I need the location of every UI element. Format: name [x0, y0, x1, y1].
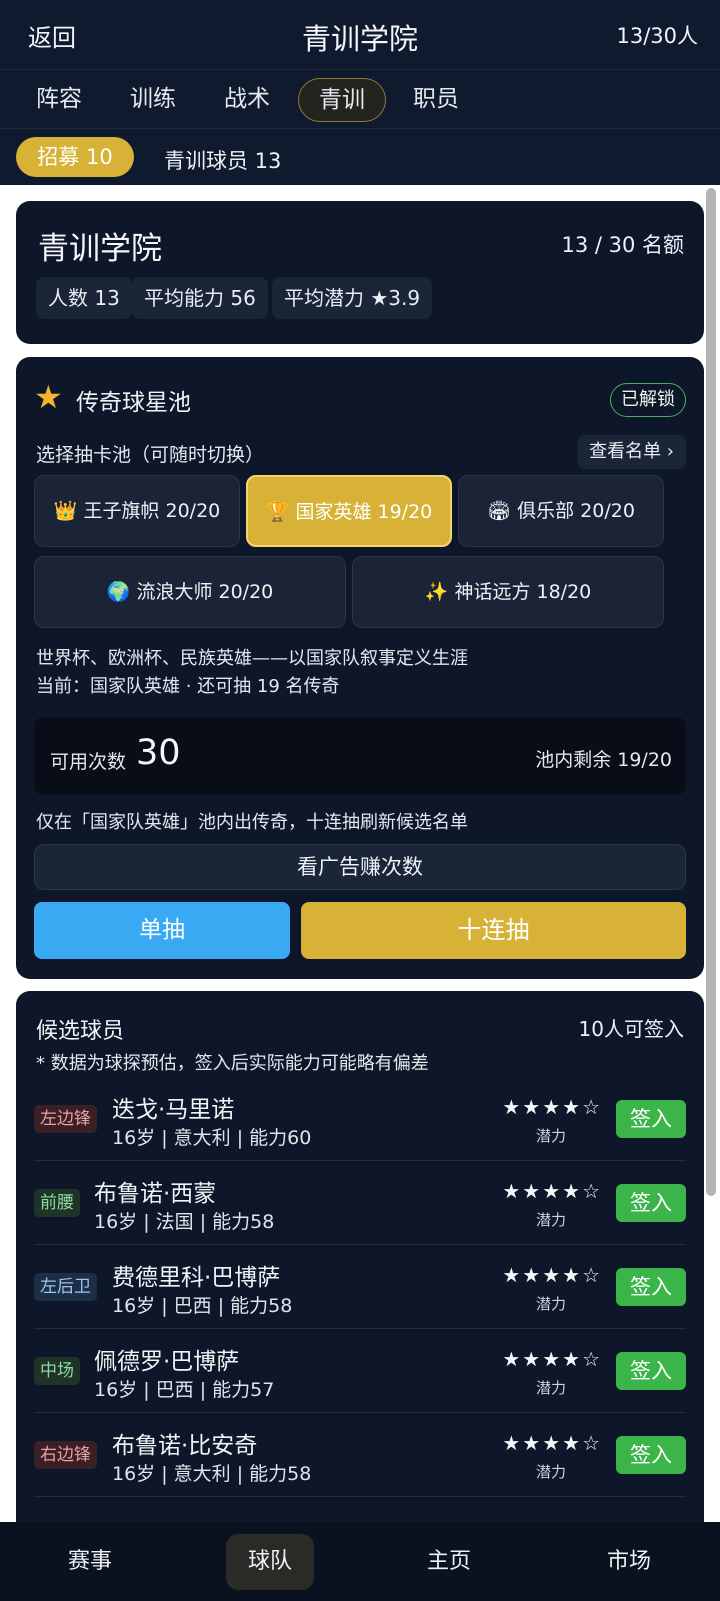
bottom-nav: 赛事 球队 主页 市场 — [0, 1522, 720, 1601]
youth-players-tab[interactable]: 青训球员 13 — [164, 145, 281, 175]
player-meta: 16岁 | 巴西 | 能力57 — [94, 1379, 275, 1401]
sign-button[interactable]: 签入 — [616, 1352, 686, 1390]
player-row: 前腰 布鲁诺·西蒙 16岁 | 法国 | 能力58 ★★★★☆ 潜力 签入 — [34, 1161, 686, 1245]
player-name: 费德里科·巴博萨 — [112, 1265, 281, 1291]
position-badge: 左边锋 — [34, 1105, 97, 1133]
pool-club[interactable]: 🏟 俱乐部 20/20 — [458, 475, 664, 547]
position-badge: 左后卫 — [34, 1273, 97, 1301]
stat-avg-potential: 平均潜力 ★3.9 — [272, 277, 433, 319]
stat-avg-ability: 平均能力 56 — [132, 277, 268, 319]
potential-label: 潜力 — [535, 1127, 566, 1145]
star-icon: ★ — [34, 378, 63, 416]
player-meta: 16岁 | 巴西 | 能力58 — [112, 1295, 293, 1317]
pool-description: 世界杯、欧洲杯、民族英雄——以国家队叙事定义生涯 — [36, 648, 468, 669]
candidates-title: 候选球员 — [36, 1019, 125, 1044]
tab-training[interactable]: 训练 — [110, 78, 196, 122]
draw-note: 仅在「国家队英雄」池内出传奇，十连抽刷新候选名单 — [36, 812, 468, 833]
legend-pool-title: 传奇球星池 — [76, 390, 191, 416]
stat-headcount: 人数 13 — [36, 277, 132, 319]
potential-label: 潜力 — [535, 1211, 566, 1229]
available-label: 可用次数 — [50, 751, 127, 773]
page-title: 青训学院 — [301, 22, 418, 56]
potential-label: 潜力 — [535, 1463, 566, 1481]
player-name: 布鲁诺·比安奇 — [112, 1433, 258, 1459]
team-tabs: 阵容 训练 战术 青训 职员 — [0, 70, 720, 129]
pool-prince-banner[interactable]: 👑 王子旗帜 20/20 — [34, 475, 240, 547]
player-row: 左后卫 费德里科·巴博萨 16岁 | 巴西 | 能力58 ★★★★☆ 潜力 签入 — [34, 1245, 686, 1329]
pool-select-label: 选择抽卡池（可随时切换） — [36, 444, 265, 466]
top-bar: 返回 青训学院 13/30人 — [0, 0, 720, 70]
single-draw-button[interactable]: 单抽 — [34, 902, 290, 959]
scrollbar[interactable] — [706, 188, 716, 1196]
academy-quota: 13 / 30 名额 — [561, 233, 684, 257]
ten-draw-button[interactable]: 十连抽 — [301, 902, 686, 959]
pool-current: 当前：国家队英雄 · 还可抽 19 名传奇 — [36, 676, 340, 697]
unlocked-badge: 已解锁 — [610, 383, 686, 417]
tab-tactics[interactable]: 战术 — [204, 78, 290, 122]
player-name: 佩德罗·巴博萨 — [94, 1349, 240, 1375]
candidates-card: 候选球员 10人可签入 * 数据为球探预估，签入后实际能力可能略有偏差 左边锋 … — [16, 991, 704, 1601]
sign-button[interactable]: 签入 — [616, 1100, 686, 1138]
nav-matches[interactable]: 赛事 — [46, 1534, 134, 1590]
player-name: 迭戈·马里诺 — [112, 1097, 235, 1123]
player-row: 左边锋 迭戈·马里诺 16岁 | 意大利 | 能力60 ★★★★☆ 潜力 签入 — [34, 1077, 686, 1161]
potential-label: 潜力 — [535, 1379, 566, 1397]
pool-wandering-master[interactable]: 🌍 流浪大师 20/20 — [34, 556, 346, 628]
view-list-button[interactable]: 查看名单 › — [577, 435, 686, 469]
sign-button[interactable]: 签入 — [616, 1268, 686, 1306]
pool-remaining: 池内剩余 19/20 — [535, 749, 672, 771]
nav-market[interactable]: 市场 — [585, 1534, 673, 1590]
potential-stars: ★★★★☆ — [502, 1347, 602, 1371]
potential-stars: ★★★★☆ — [502, 1095, 602, 1119]
tab-staff[interactable]: 职员 — [393, 78, 479, 122]
potential-stars: ★★★★☆ — [502, 1263, 602, 1287]
legend-pool-card: ★ 传奇球星池 已解锁 选择抽卡池（可随时切换） 查看名单 › 👑 王子旗帜 2… — [16, 357, 704, 979]
tab-lineup[interactable]: 阵容 — [16, 78, 102, 122]
candidates-note: * 数据为球探预估，签入后实际能力可能略有偏差 — [36, 1053, 429, 1074]
youth-subbar: 招募 10 青训球员 13 — [0, 129, 720, 185]
potential-stars: ★★★★☆ — [502, 1431, 602, 1455]
academy-title: 青训学院 — [38, 231, 162, 267]
sign-button[interactable]: 签入 — [616, 1436, 686, 1474]
position-badge: 右边锋 — [34, 1441, 97, 1469]
tab-youth[interactable]: 青训 — [298, 78, 386, 122]
roster-count: 13/30人 — [616, 24, 698, 48]
pool-myth-distant[interactable]: ✨ 神话远方 18/20 — [352, 556, 664, 628]
player-row: 中场 佩德罗·巴博萨 16岁 | 巴西 | 能力57 ★★★★☆ 潜力 签入 — [34, 1329, 686, 1413]
player-row: 右边锋 布鲁诺·比安奇 16岁 | 意大利 | 能力58 ★★★★☆ 潜力 签入 — [34, 1413, 686, 1497]
available-draws-box: 可用次数 30 池内剩余 19/20 — [34, 717, 686, 795]
player-meta: 16岁 | 法国 | 能力58 — [94, 1211, 275, 1233]
recruit-tab[interactable]: 招募 10 — [16, 137, 134, 177]
candidates-count: 10人可签入 — [578, 1017, 684, 1041]
academy-summary-card: 青训学院 13 / 30 名额 人数 13 平均能力 56 平均潜力 ★3.9 — [16, 201, 704, 344]
position-badge: 前腰 — [34, 1189, 80, 1217]
pool-national-hero[interactable]: 🏆 国家英雄 19/20 — [246, 475, 452, 547]
player-meta: 16岁 | 意大利 | 能力58 — [112, 1463, 312, 1485]
nav-team[interactable]: 球队 — [226, 1534, 314, 1590]
player-name: 布鲁诺·西蒙 — [94, 1181, 217, 1207]
player-meta: 16岁 | 意大利 | 能力60 — [112, 1127, 312, 1149]
sign-button[interactable]: 签入 — [616, 1184, 686, 1222]
potential-label: 潜力 — [535, 1295, 566, 1313]
position-badge: 中场 — [34, 1357, 80, 1385]
potential-stars: ★★★★☆ — [502, 1179, 602, 1203]
nav-home[interactable]: 主页 — [405, 1534, 493, 1590]
available-count: 30 — [136, 733, 181, 773]
watch-ad-button[interactable]: 看广告赚次数 — [34, 844, 686, 890]
